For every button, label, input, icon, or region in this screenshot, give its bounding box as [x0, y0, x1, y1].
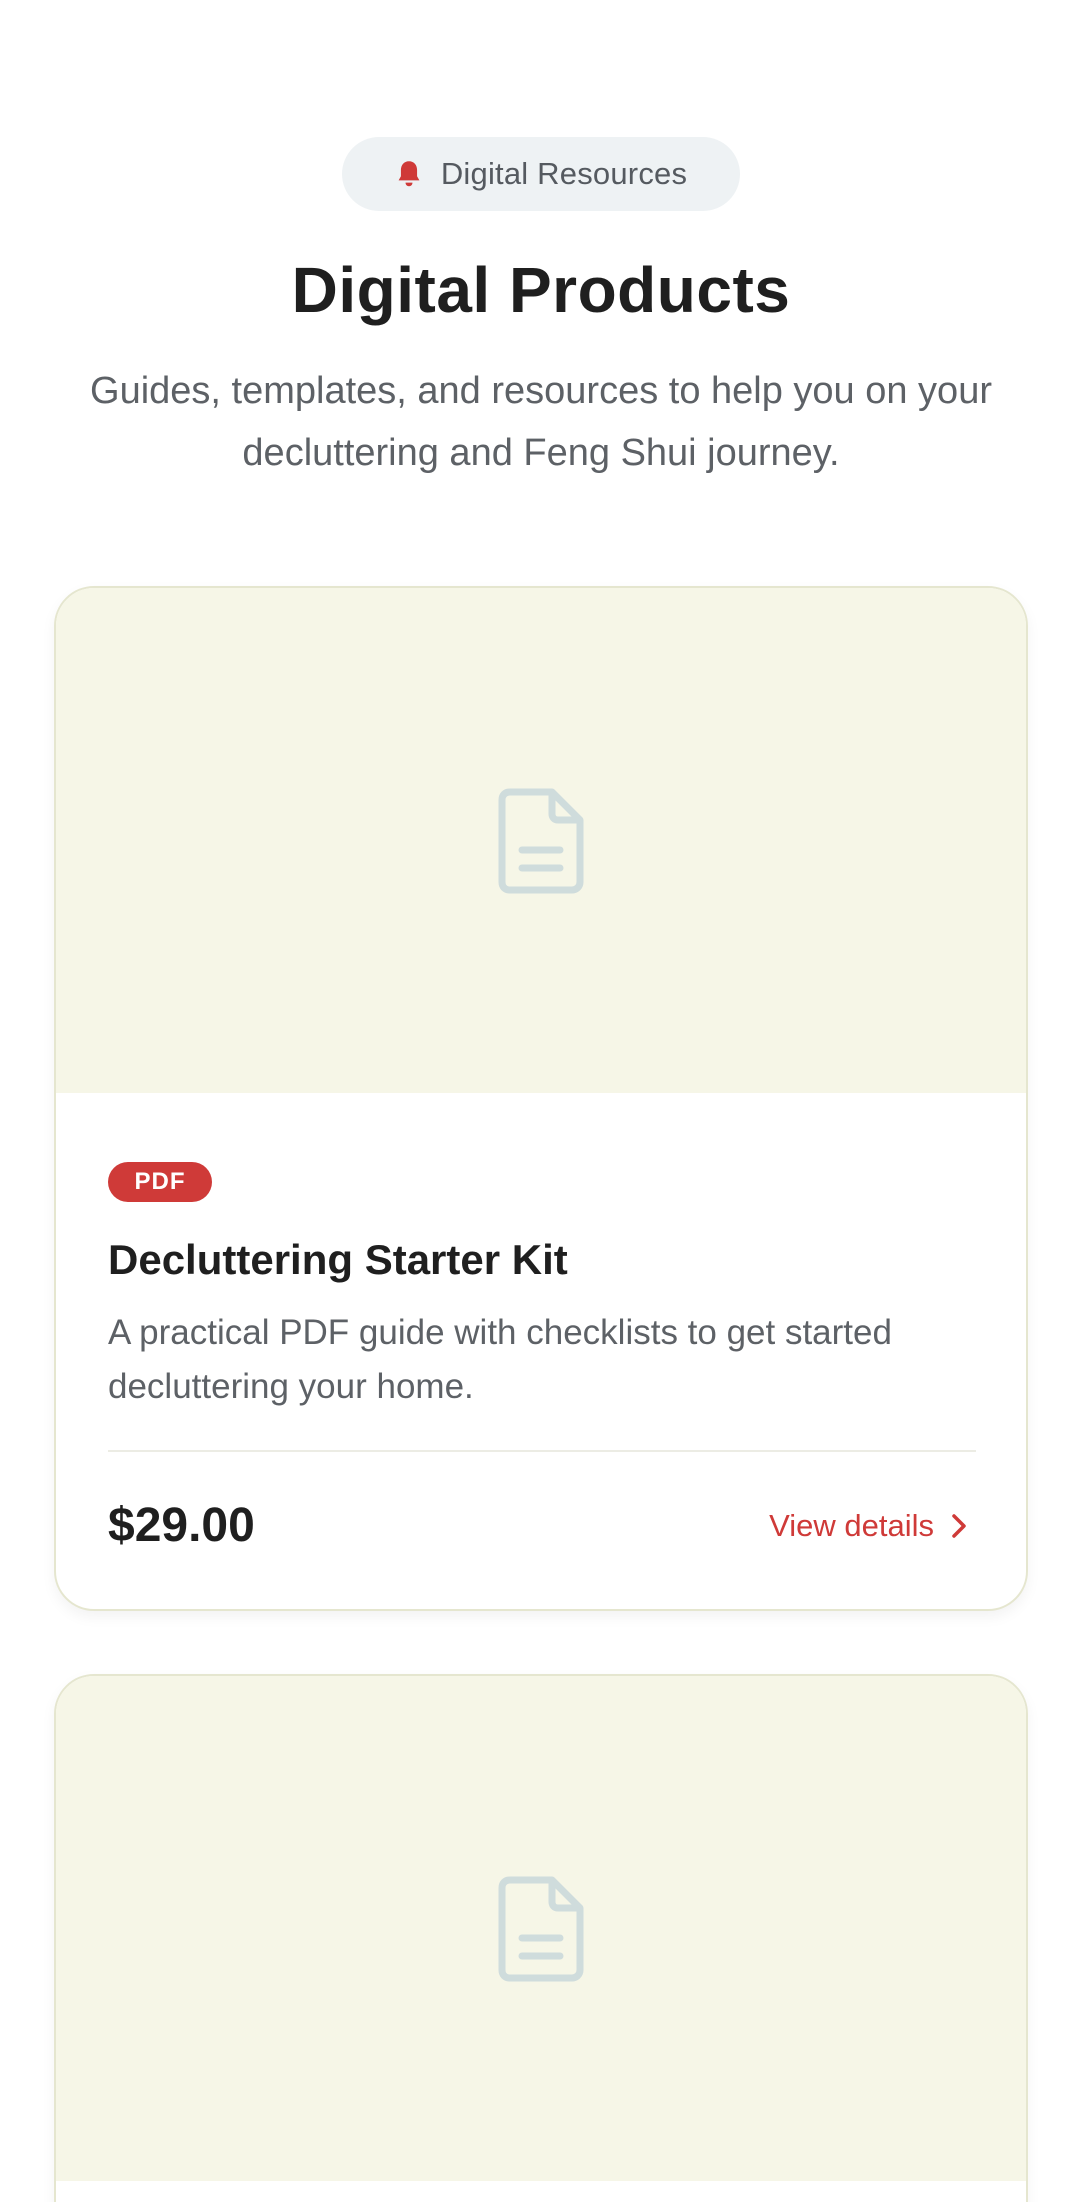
pill-label: Digital Resources [440, 156, 688, 191]
chevron-right-icon [952, 1514, 966, 1538]
document-icon [498, 1876, 584, 1981]
bell-icon [398, 161, 420, 187]
product-image-placeholder [56, 588, 1026, 1093]
page-subtitle: Guides, templates, and resources to help… [90, 370, 992, 474]
product-image-placeholder [56, 1676, 1026, 2181]
format-badge: PDF [108, 1162, 212, 1202]
digital-resources-pill: Digital Resources [342, 137, 740, 211]
product-card[interactable]: PDF Decluttering Starter Kit A practical… [54, 586, 1028, 1611]
product-title[interactable]: Decluttering Starter Kit [108, 1232, 568, 1288]
product-price: $29.00 [108, 1499, 255, 1552]
view-details-label: View details [769, 1508, 934, 1543]
view-details-link[interactable]: View details [769, 1504, 970, 1548]
document-icon [498, 788, 584, 893]
product-description: A practical PDF guide with checklists to… [108, 1313, 892, 1406]
page-title: Digital Products [291, 254, 791, 326]
page: Digital Resources Digital Products Guide… [0, 0, 1082, 2202]
product-card[interactable] [54, 1674, 1028, 2202]
card-divider [108, 1450, 976, 1452]
